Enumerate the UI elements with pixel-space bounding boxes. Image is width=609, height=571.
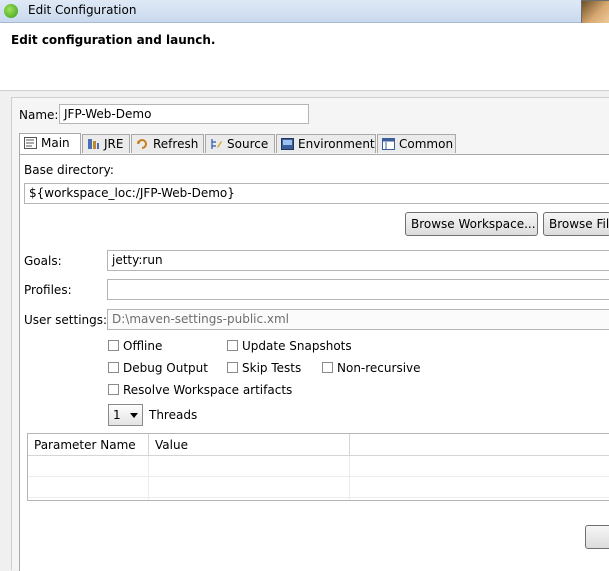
threads-label: Threads bbox=[149, 408, 198, 422]
source-icon bbox=[210, 138, 223, 150]
title-bar: Edit Configuration bbox=[0, 0, 609, 23]
environment-icon bbox=[281, 138, 294, 150]
resolve-workspace-label: Resolve Workspace artifacts bbox=[123, 383, 293, 397]
dialog-header: Edit configuration and launch. bbox=[0, 23, 609, 91]
base-directory-label: Base directory: bbox=[24, 163, 114, 177]
table-row[interactable] bbox=[28, 477, 609, 498]
chevron-down-icon bbox=[130, 413, 138, 418]
configuration-content: Name: JFP-Web-Demo Main JRE Refresh Sour… bbox=[11, 97, 609, 571]
offline-checkbox-box[interactable] bbox=[108, 340, 119, 351]
threads-select[interactable]: 1 bbox=[108, 404, 143, 426]
goals-label: Goals: bbox=[24, 254, 62, 268]
resolve-workspace-checkbox-box[interactable] bbox=[108, 384, 119, 395]
spring-app-icon bbox=[4, 4, 18, 18]
tab-source[interactable]: Source bbox=[205, 134, 275, 153]
profiles-label: Profiles: bbox=[24, 283, 72, 297]
table-column-divider bbox=[148, 456, 149, 500]
debug-output-checkbox[interactable]: Debug Output bbox=[108, 361, 208, 375]
debug-output-label: Debug Output bbox=[123, 361, 208, 375]
table-header-parameter-name[interactable]: Parameter Name bbox=[28, 434, 149, 456]
main-tab-panel: Base directory: ${workspace_loc:/JFP-Web… bbox=[19, 154, 609, 571]
browse-file-button[interactable]: Browse File bbox=[543, 212, 609, 236]
tab-main-label: Main bbox=[41, 136, 70, 150]
skip-tests-checkbox-box[interactable] bbox=[227, 362, 238, 373]
name-input[interactable]: JFP-Web-Demo bbox=[59, 104, 309, 124]
resolve-workspace-checkbox[interactable]: Resolve Workspace artifacts bbox=[108, 383, 292, 397]
update-snapshots-label: Update Snapshots bbox=[242, 339, 352, 353]
offline-checkbox[interactable]: Offline bbox=[108, 339, 162, 353]
common-icon bbox=[382, 138, 395, 150]
header-title: Edit configuration and launch. bbox=[11, 33, 216, 47]
tab-jre[interactable]: JRE bbox=[82, 134, 130, 153]
refresh-icon bbox=[136, 138, 149, 150]
non-recursive-checkbox-box[interactable] bbox=[322, 362, 333, 373]
table-row[interactable] bbox=[28, 456, 609, 477]
skip-tests-label: Skip Tests bbox=[242, 361, 302, 375]
window-title: Edit Configuration bbox=[28, 3, 137, 17]
non-recursive-checkbox[interactable]: Non-recursive bbox=[322, 361, 421, 375]
dialog-action-button[interactable] bbox=[585, 525, 609, 549]
debug-output-checkbox-box[interactable] bbox=[108, 362, 119, 373]
tab-common[interactable]: Common bbox=[377, 134, 456, 153]
threads-value: 1 bbox=[113, 408, 121, 422]
tab-common-label: Common bbox=[399, 137, 454, 151]
tab-environment-label: Environment bbox=[298, 137, 375, 151]
jre-icon bbox=[87, 138, 100, 150]
tab-jre-label: JRE bbox=[104, 137, 124, 151]
parameters-table[interactable]: Parameter Name Value bbox=[27, 433, 609, 501]
goals-input[interactable]: jetty:run bbox=[107, 250, 609, 271]
tab-refresh[interactable]: Refresh bbox=[131, 134, 204, 153]
user-settings-input[interactable]: D:\maven-settings-public.xml bbox=[107, 309, 609, 330]
table-header-value[interactable]: Value bbox=[149, 434, 350, 456]
user-settings-label: User settings: bbox=[24, 313, 108, 327]
tab-environment[interactable]: Environment bbox=[276, 134, 376, 153]
main-tab-icon bbox=[24, 137, 37, 149]
update-snapshots-checkbox-box[interactable] bbox=[227, 340, 238, 351]
tab-source-label: Source bbox=[227, 137, 269, 151]
tab-main[interactable]: Main bbox=[19, 133, 81, 154]
name-label: Name: bbox=[19, 108, 59, 122]
browse-workspace-button[interactable]: Browse Workspace... bbox=[405, 212, 538, 236]
skip-tests-checkbox[interactable]: Skip Tests bbox=[227, 361, 301, 375]
offline-label: Offline bbox=[123, 339, 163, 353]
table-column-divider bbox=[349, 456, 350, 500]
base-directory-input[interactable]: ${workspace_loc:/JFP-Web-Demo} bbox=[24, 183, 609, 204]
profiles-input[interactable] bbox=[107, 279, 609, 300]
update-snapshots-checkbox[interactable]: Update Snapshots bbox=[227, 339, 352, 353]
tab-refresh-label: Refresh bbox=[153, 137, 199, 151]
table-header-filler bbox=[350, 434, 609, 456]
non-recursive-label: Non-recursive bbox=[337, 361, 421, 375]
